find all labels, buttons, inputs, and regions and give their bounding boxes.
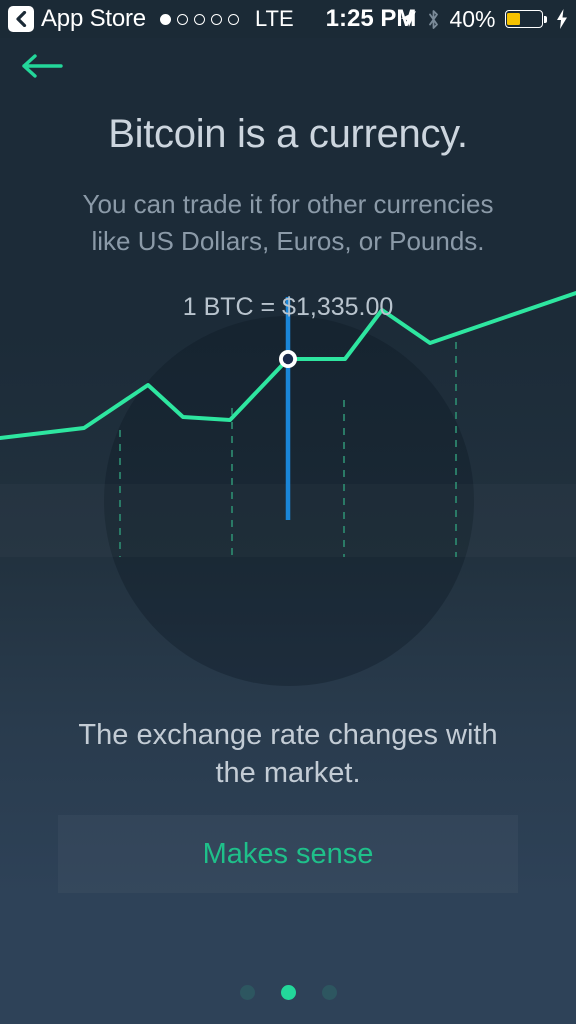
closing-text: The exchange rate changes with the marke…: [0, 716, 576, 792]
signal-dot-5: [227, 13, 239, 25]
bluetooth-icon: [429, 9, 439, 29]
battery-percent-label: 40%: [449, 5, 496, 32]
signal-dot-1: [159, 13, 171, 25]
location-arrow-icon: [401, 11, 417, 27]
chart-plot-area: [0, 291, 576, 557]
battery-fill: [507, 12, 521, 26]
status-bar-left: App Store LTE 1:25 PM: [8, 5, 416, 33]
page-dot-2[interactable]: [280, 985, 296, 1000]
battery-cap: [544, 15, 547, 23]
status-carrier-app-label: App Store: [41, 5, 146, 32]
lightning-bolt-icon: [557, 9, 567, 29]
status-back-to-app-store-button[interactable]: [8, 6, 34, 32]
chevron-left-icon: [16, 11, 27, 27]
page-title: Bitcoin is a currency.: [108, 112, 468, 156]
arrow-left-icon: [22, 54, 63, 78]
pagination-dots: [0, 985, 576, 1000]
back-button[interactable]: [14, 42, 70, 90]
page-dot-1[interactable]: [239, 985, 255, 1000]
price-readout-label: 1 BTC = $1,335.00: [182, 293, 394, 321]
marker-inner-dot: [282, 353, 294, 365]
subtitle-line-2: like US Dollars, Euros, or Pounds.: [91, 226, 485, 256]
closing-line-1: The exchange rate changes with: [78, 719, 498, 751]
ios-status-bar: App Store LTE 1:25 PM 40%: [0, 0, 576, 38]
signal-dot-4: [210, 13, 222, 25]
chart-cursor-marker[interactable]: [279, 350, 297, 368]
onboarding-screen: App Store LTE 1:25 PM 40% Bitcoin is a c…: [0, 0, 576, 1024]
price-chart: 1 BTC = $1,335.00: [0, 280, 576, 686]
network-type-label: LTE: [254, 6, 294, 31]
page-dot-3[interactable]: [321, 985, 337, 1000]
makes-sense-button-label: Makes sense: [202, 837, 374, 870]
status-bar-right: 40%: [398, 0, 568, 38]
subtitle-line-1: You can trade it for other currencies: [82, 189, 494, 219]
signal-dot-2: [176, 13, 188, 25]
signal-dot-3: [193, 13, 205, 25]
battery-body: [504, 10, 543, 28]
closing-line-2: the market.: [215, 757, 361, 789]
makes-sense-button[interactable]: Makes sense: [58, 815, 518, 893]
page-subtitle: You can trade it for other currencies li…: [0, 186, 576, 260]
signal-strength-dots: [159, 13, 239, 25]
battery-indicator: [504, 10, 547, 28]
